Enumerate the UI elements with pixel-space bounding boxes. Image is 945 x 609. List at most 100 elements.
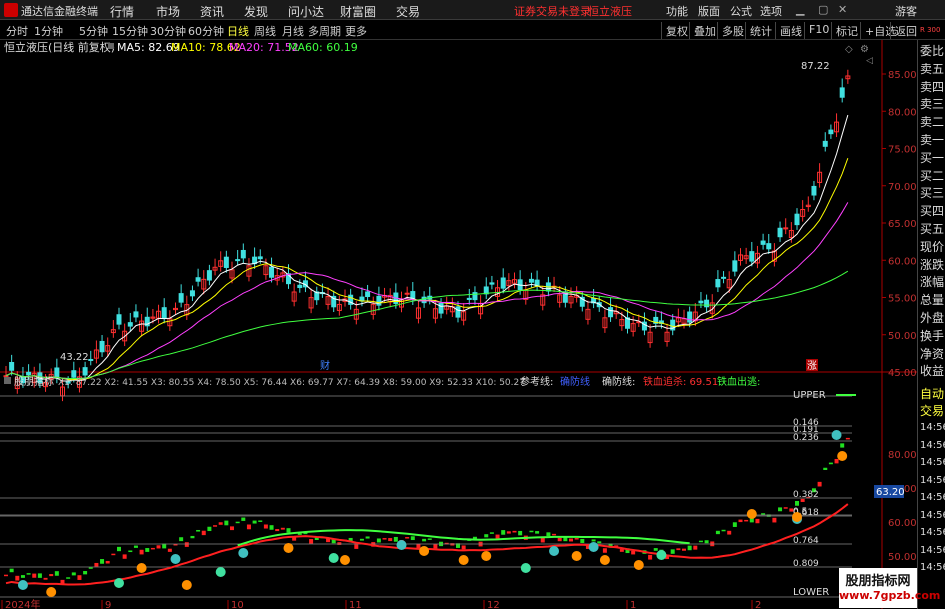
- collapse-icon[interactable]: ◁: [866, 56, 873, 66]
- sub-candle: [286, 528, 291, 533]
- candle-body: [811, 185, 817, 196]
- sidebar-item[interactable]: 涨幅: [920, 273, 944, 290]
- sidebar-item[interactable]: 外盘: [920, 309, 944, 326]
- sidebar-auto-trade[interactable]: 自动: [920, 385, 944, 402]
- sub-candle: [653, 548, 658, 551]
- candle-body: [54, 367, 60, 379]
- user-guest[interactable]: 游客: [895, 3, 917, 19]
- candle-body: [766, 243, 772, 250]
- candle-body: [489, 282, 495, 285]
- sidebar-item[interactable]: 买一: [920, 149, 944, 166]
- sidebar-item[interactable]: 卖三: [920, 95, 944, 112]
- tool-mark[interactable]: 标记: [831, 22, 862, 39]
- sidebar-item[interactable]: 买二: [920, 167, 944, 184]
- menu-item-news[interactable]: 资讯: [200, 3, 224, 20]
- menu-item-market[interactable]: 市场: [156, 3, 180, 20]
- sidebar-item[interactable]: 买四: [920, 202, 944, 219]
- sidebar-item[interactable]: 卖二: [920, 113, 944, 130]
- tool-f10[interactable]: F10: [804, 22, 833, 39]
- finance-marker[interactable]: 财: [320, 359, 330, 372]
- stock-label: 恒立液压(日线 前复权): [4, 40, 115, 54]
- sub-candle: [619, 549, 624, 552]
- candle-body: [161, 307, 167, 319]
- buy-signal-icon: [215, 567, 226, 577]
- sidebar-item[interactable]: 涨跌: [920, 256, 944, 273]
- sub-tick: 50.00: [888, 552, 917, 563]
- sidebar-item[interactable]: 卖五: [920, 60, 944, 77]
- sub-candle: [71, 572, 76, 576]
- menu-item-quotes[interactable]: 行情: [110, 3, 134, 20]
- minimize-icon[interactable]: ▁: [796, 3, 804, 16]
- period-30min[interactable]: 30分钟: [150, 23, 186, 39]
- settings-gear-icon[interactable]: ⚙: [860, 44, 869, 55]
- iron-out-label: 铁血出逃:: [717, 375, 760, 388]
- period-15min[interactable]: 15分钟: [112, 23, 148, 39]
- sub-candle: [388, 538, 393, 542]
- close-icon[interactable]: ✕: [838, 3, 847, 16]
- menu-item-formula[interactable]: 公式: [730, 3, 752, 19]
- watermark: 股朋指标网 www.7gpzb.com: [839, 568, 940, 608]
- sub-candle: [196, 529, 201, 532]
- candle-body: [88, 358, 94, 361]
- sub-candle: [235, 521, 240, 524]
- candle-body: [82, 367, 88, 376]
- candle-body: [828, 129, 834, 135]
- ma5-line: [5, 114, 849, 382]
- sell-signal-icon: [136, 563, 147, 573]
- maximize-icon[interactable]: ▢: [818, 3, 828, 16]
- sidebar-auto-trade[interactable]: 交易: [920, 402, 944, 419]
- period-60min[interactable]: 60分钟: [188, 23, 224, 39]
- kline-chart[interactable]: 85.00 80.00 75.00 70.00 65.00 60.00 55.00 50.00…: [0, 40, 917, 609]
- x-axis-label: 12: [487, 600, 500, 609]
- sub-candle: [297, 533, 302, 535]
- sidebar-item[interactable]: 卖一: [920, 131, 944, 148]
- menu-item-trade[interactable]: 交易: [396, 3, 420, 20]
- sub-candle: [602, 548, 607, 553]
- x-axis-label: 1: [630, 600, 636, 609]
- buy-signal-icon: [549, 546, 560, 556]
- fib-label: 0.236: [793, 433, 819, 443]
- tool-back[interactable]: 返回: [890, 22, 921, 39]
- sub-toggle-icon[interactable]: [4, 377, 11, 384]
- sell-signal-icon: [46, 587, 57, 597]
- sidebar-time: 14:56: [920, 544, 945, 556]
- settings-diamond-icon[interactable]: ◇: [845, 44, 853, 55]
- period-monthly[interactable]: 月线: [282, 23, 304, 39]
- sidebar-item[interactable]: 总量: [920, 291, 944, 308]
- period-1min[interactable]: 1分钟: [34, 23, 63, 39]
- sub-candle: [156, 545, 161, 549]
- period-5min[interactable]: 5分钟: [79, 23, 108, 39]
- sidebar-item[interactable]: 换手: [920, 327, 944, 344]
- sidebar-item[interactable]: 卖四: [920, 78, 944, 95]
- tool-adjust[interactable]: 复权: [661, 22, 692, 39]
- sidebar-item[interactable]: 现价: [920, 238, 944, 255]
- x-axis-label: 2024年: [5, 598, 40, 609]
- sidebar-item[interactable]: 买五: [920, 220, 944, 237]
- tool-stats[interactable]: 统计: [745, 22, 776, 39]
- limit-up-marker[interactable]: 涨: [807, 360, 817, 372]
- period-daily[interactable]: 日线: [227, 23, 249, 39]
- period-more[interactable]: 更多: [345, 23, 367, 39]
- period-weekly[interactable]: 周线: [254, 23, 276, 39]
- menu-item-ask[interactable]: 问小达: [288, 3, 324, 20]
- period-timeshare[interactable]: 分时: [6, 23, 28, 39]
- menu-item-options[interactable]: 选项: [760, 3, 782, 19]
- sidebar-item[interactable]: 委比: [920, 42, 944, 59]
- login-notice[interactable]: 证券交易未登录: [514, 3, 591, 19]
- ma-toggle-icon[interactable]: [108, 43, 114, 49]
- sidebar-item[interactable]: 买三: [920, 184, 944, 201]
- stock-link[interactable]: 恒立液压: [588, 3, 632, 19]
- sub-candle: [111, 553, 116, 556]
- tool-draw[interactable]: 画线: [775, 22, 806, 39]
- menu-item-layout[interactable]: 版面: [698, 3, 720, 19]
- tool-overlay[interactable]: 叠加: [689, 22, 720, 39]
- menu-item-function[interactable]: 功能: [666, 3, 688, 19]
- sidebar-item[interactable]: 收益: [920, 362, 944, 379]
- sidebar-item[interactable]: 净资: [920, 345, 944, 362]
- menu-item-discover[interactable]: 发现: [244, 3, 268, 20]
- menu-item-wealth[interactable]: 财富圈: [340, 3, 376, 20]
- period-multi[interactable]: 多周期: [308, 23, 341, 39]
- candle-body: [71, 370, 77, 378]
- sub-candle: [755, 518, 760, 524]
- tool-multistock[interactable]: 多股: [717, 22, 748, 39]
